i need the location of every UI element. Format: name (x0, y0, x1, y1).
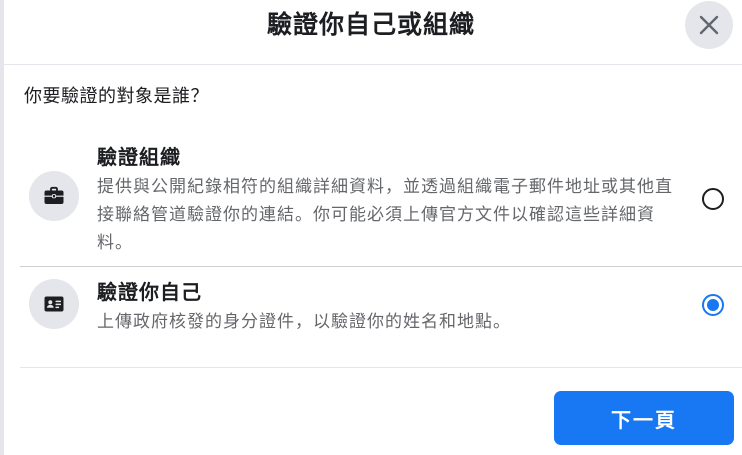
option-verify-organization[interactable]: 驗證組織 提供與公開紀錄相符的組織詳細資料，並透過組織電子郵件地址或其他直接聯絡… (20, 135, 742, 267)
option-verify-yourself[interactable]: 驗證你自己 上傳政府核發的身分證件，以驗證你的姓名和地點。 (20, 267, 742, 368)
option-icon-container (29, 279, 79, 329)
next-button[interactable]: 下一頁 (554, 391, 734, 445)
option-title: 驗證你自己 (97, 280, 202, 304)
left-edge-divider (0, 0, 4, 455)
id-card-icon (44, 296, 64, 312)
dialog-header: 驗證你自己或組織 (0, 0, 742, 65)
dialog-title: 驗證你自己或組織 (266, 10, 475, 39)
radio-selected-dot (707, 299, 719, 311)
option-title: 驗證組織 (97, 145, 181, 169)
close-icon (699, 15, 719, 35)
verification-question: 你要驗證的對象是誰？ (24, 86, 209, 107)
verification-dialog: 驗證你自己或組織 你要驗證的對象是誰？ 驗證組織 提供與公開紀錄相符的組織詳細資… (0, 0, 742, 455)
close-button[interactable] (685, 1, 733, 49)
option-description: 提供與公開紀錄相符的組織詳細資料，並透過組織電子郵件地址或其他直接聯絡管道驗證你… (97, 177, 673, 253)
radio-verify-organization[interactable] (702, 188, 724, 210)
briefcase-icon (44, 186, 64, 204)
option-icon-container (29, 171, 79, 221)
option-description: 上傳政府核發的身分證件，以驗證你的姓名和地點。 (97, 312, 511, 332)
radio-verify-yourself[interactable] (702, 294, 724, 316)
